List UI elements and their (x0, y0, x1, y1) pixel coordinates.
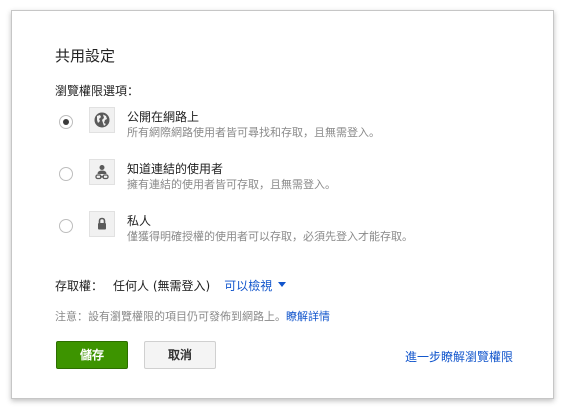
option-private-description: 僅獲得明確授權的使用者可以存取，必須先登入才能存取。 (127, 230, 413, 243)
sharing-settings-dialog: 共用設定 瀏覽權限選項： 公開在網路上 所有網際網路使用者皆可尋找和存取，且無需… (11, 10, 554, 399)
lock-icon (89, 211, 115, 237)
option-public-title: 公開在網路上 (127, 110, 200, 124)
learn-details-link[interactable]: 瞭解詳情 (286, 310, 330, 323)
access-row: 存取權： 任何人 (無需登入) 可以檢視 (55, 277, 287, 294)
link-people-icon (89, 159, 115, 185)
note-text: 注意：設有瀏覽權限的項目仍可發佈到網路上。 (55, 310, 286, 323)
option-private-title: 私人 (127, 214, 152, 228)
option-anyone-with-link-description: 擁有連結的使用者皆可存取，且無需登入。 (127, 178, 336, 191)
option-anyone-with-link[interactable]: 知道連結的使用者 擁有連結的使用者皆可存取，且無需登入。 (56, 159, 516, 201)
access-who: 任何人 (無需登入) (113, 279, 211, 293)
option-public[interactable]: 公開在網路上 所有網際網路使用者皆可尋找和存取，且無需登入。 (56, 107, 516, 149)
option-anyone-with-link-title: 知道連結的使用者 (127, 162, 224, 176)
permission-label: 可以檢視 (224, 279, 273, 293)
chevron-down-icon (278, 282, 287, 287)
note: 注意：設有瀏覽權限的項目仍可發佈到網路上。瞭解詳情 (55, 308, 330, 324)
radio-private[interactable] (59, 219, 73, 233)
dialog-title: 共用設定 (55, 47, 116, 65)
radio-public[interactable] (59, 115, 73, 129)
option-public-description: 所有網際網路使用者皆可尋找和存取，且無需登入。 (127, 126, 380, 139)
access-label: 存取權： (55, 279, 104, 293)
learn-more-visibility-link[interactable]: 進一步瞭解瀏覽權限 (405, 348, 513, 365)
permission-dropdown[interactable]: 可以檢視 (224, 279, 287, 293)
cancel-button[interactable]: 取消 (144, 341, 216, 369)
save-button[interactable]: 儲存 (56, 341, 128, 369)
radio-anyone-with-link[interactable] (59, 167, 73, 181)
option-private[interactable]: 私人 僅獲得明確授權的使用者可以存取，必須先登入才能存取。 (56, 211, 516, 253)
visibility-options-label: 瀏覽權限選項： (55, 84, 140, 98)
globe-icon (89, 107, 115, 133)
